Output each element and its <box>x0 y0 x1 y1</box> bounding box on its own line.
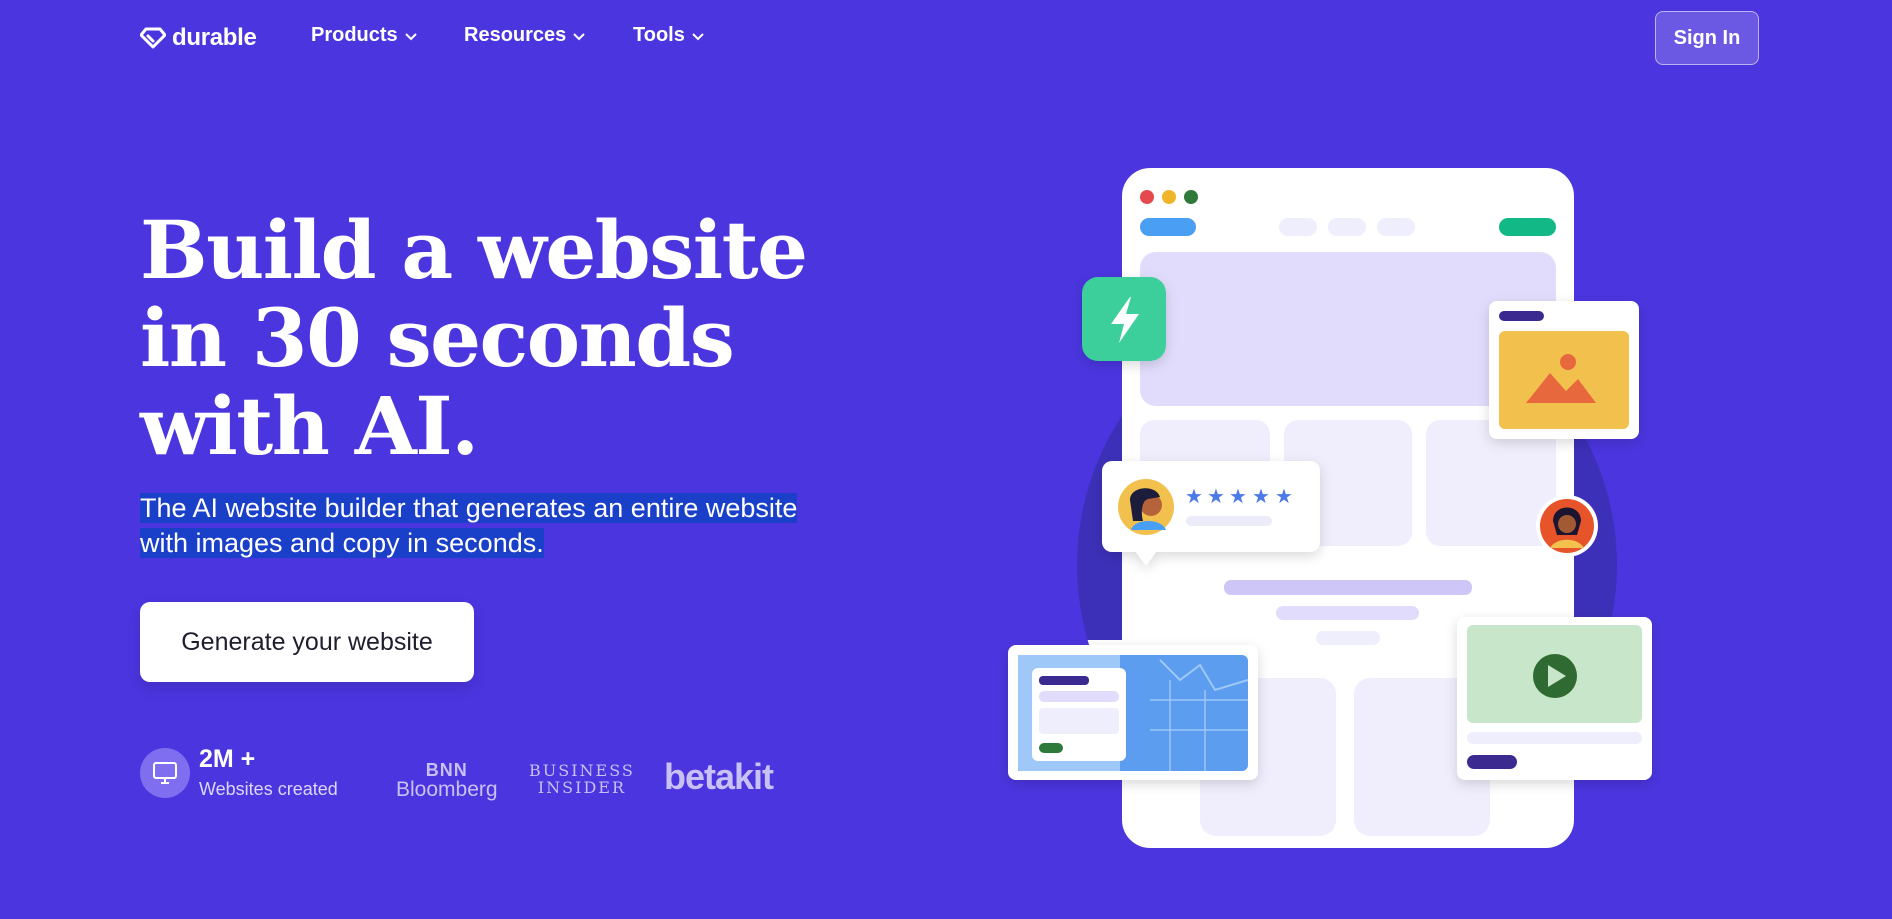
nav-tools-label: Tools <box>633 24 685 46</box>
headline-line-3: with AI. <box>140 379 479 473</box>
logo-text: durable <box>172 24 257 51</box>
bnn-bloomberg-logo: BNN Bloomberg <box>396 760 498 800</box>
headline-line-1: Build a website <box>140 203 808 297</box>
business-insider-logo: BUSINESS INSIDER <box>529 762 635 796</box>
review-card <box>1102 461 1320 566</box>
hero-headline: Build a website in 30 seconds with AI. <box>140 206 840 470</box>
svg-text:★: ★ <box>1185 484 1203 508</box>
bnn-text: BNN <box>425 760 468 780</box>
star-rating: ★ ★ ★ ★ ★ <box>1185 484 1293 526</box>
svg-text:★: ★ <box>1275 484 1293 508</box>
map-card <box>1008 645 1258 780</box>
top-navigation: durable Products Resources Tools Sign In <box>0 0 1892 76</box>
browser-mockup <box>1122 168 1574 848</box>
window-dot-red <box>1140 190 1154 204</box>
nav-resources-label: Resources <box>464 24 567 46</box>
headline-line-2: in 30 seconds <box>140 291 735 385</box>
lightning-bolt-icon <box>1082 277 1166 361</box>
nav-products-label: Products <box>311 24 398 46</box>
window-dot-green <box>1184 190 1198 204</box>
background-circle <box>1077 295 1617 835</box>
subtitle-line-2: with images and copy in seconds. <box>140 528 544 558</box>
svg-text:★: ★ <box>1252 484 1270 508</box>
websites-created-count: 2M + <box>199 745 256 773</box>
svg-text:★: ★ <box>1207 484 1225 508</box>
durable-logo[interactable]: durable <box>140 24 257 52</box>
websites-created-label: Websites created <box>199 779 338 799</box>
business-text: BUSINESS <box>529 761 635 780</box>
diamond-logo-icon <box>140 27 166 49</box>
bloomberg-text: Bloomberg <box>396 778 498 801</box>
play-icon <box>1533 654 1577 698</box>
nav-resources[interactable]: Resources <box>464 24 586 47</box>
avatar <box>1536 495 1598 557</box>
svg-text:★: ★ <box>1229 484 1247 508</box>
insider-text: INSIDER <box>537 778 626 797</box>
sign-in-button[interactable]: Sign In <box>1655 11 1759 65</box>
subtitle-line-1: The AI website builder that generates an… <box>140 493 798 523</box>
video-card <box>1457 617 1652 780</box>
image-card <box>1489 301 1639 439</box>
generate-website-button[interactable]: Generate your website <box>140 602 474 682</box>
betakit-logo: betakit <box>664 756 774 797</box>
nav-tools[interactable]: Tools <box>633 24 705 47</box>
chevron-down-icon <box>573 32 585 40</box>
chevron-down-icon <box>404 32 417 40</box>
monitor-icon <box>140 748 190 798</box>
nav-products[interactable]: Products <box>311 24 418 47</box>
hero-subtitle: The AI website builder that generates an… <box>140 491 798 561</box>
window-dot-yellow <box>1162 190 1176 204</box>
chevron-down-icon <box>692 32 704 40</box>
